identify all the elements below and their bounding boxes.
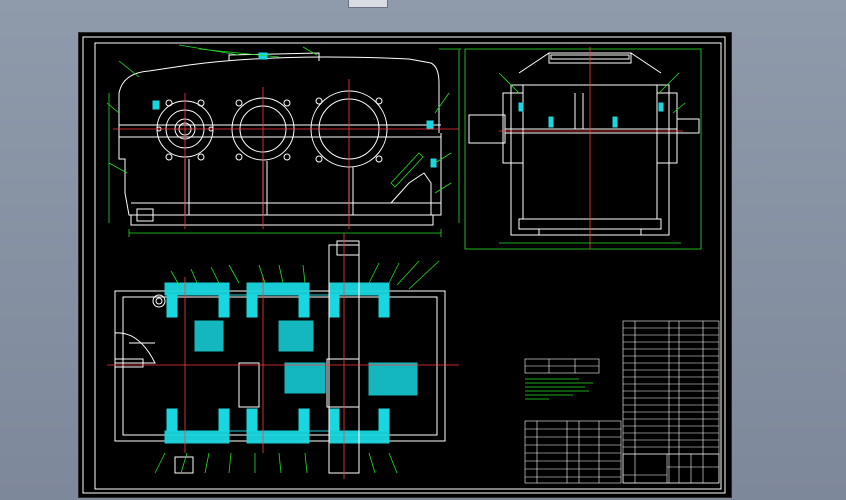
front-view (106, 44, 461, 237)
notes-block (524, 358, 600, 400)
cad-drawing-canvas[interactable] (78, 32, 732, 498)
gearbox-assembly-drawing (82, 36, 726, 494)
side-view (464, 47, 702, 250)
outer-frame (82, 36, 726, 494)
title-block (622, 453, 720, 484)
plan-section-view (107, 233, 459, 479)
parts-list-rows (623, 327, 719, 455)
window-tab[interactable] (348, 0, 388, 8)
parts-list (524, 320, 720, 484)
